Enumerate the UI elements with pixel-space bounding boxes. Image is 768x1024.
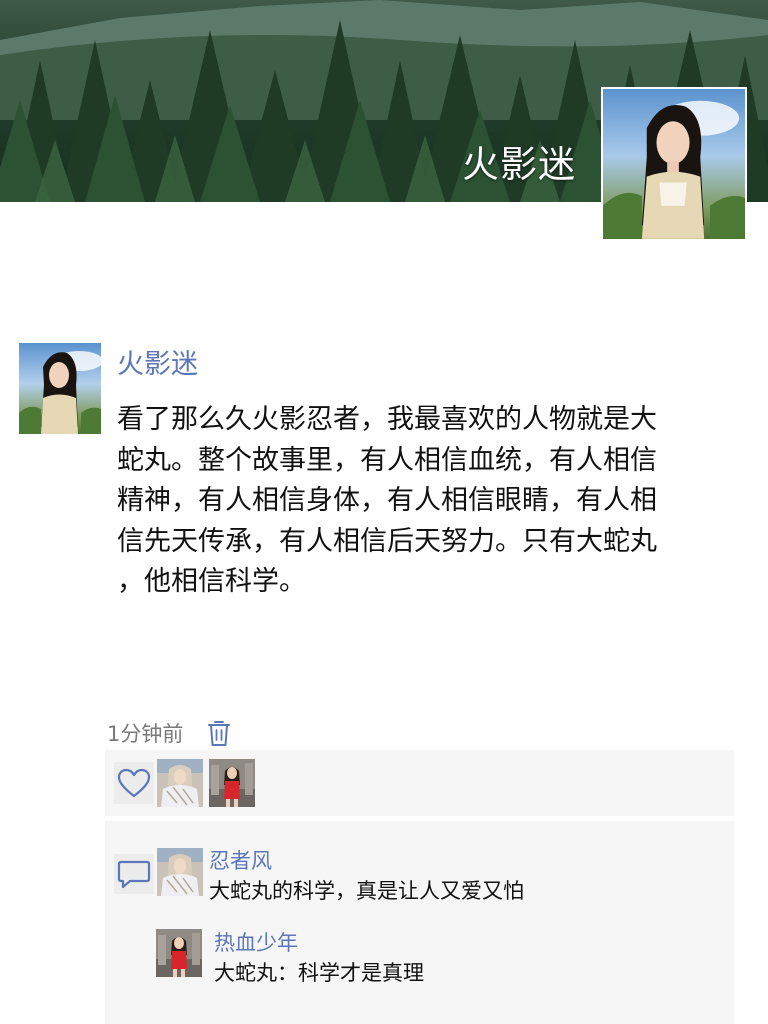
profile-avatar[interactable] [601, 87, 747, 241]
post-line: 信先天传承，有人相信后天努力。只有大蛇丸 [117, 525, 657, 557]
comment-text: 大蛇丸的科学，真是让人又爱又怕 [209, 879, 524, 903]
post-author-avatar-image [19, 351, 101, 434]
comment-bubble-icon[interactable] [114, 854, 154, 894]
moments-page: 火影迷 火影迷 看了那么久火影忍者，我最喜欢的人物就是大 蛇丸。整个故事里，有人… [0, 0, 768, 1024]
commenter-avatar[interactable] [156, 929, 202, 977]
post-line: ，他相信科学。 [117, 566, 306, 597]
post-content: 看了那么久火影忍者，我最喜欢的人物就是大 蛇丸。整个故事里，有人相信血统，有人相… [117, 400, 727, 603]
comment-author[interactable]: 热血少年 [214, 927, 298, 957]
comments-panel: 忍者风 大蛇丸的科学，真是让人又爱又怕 热血少年 大蛇丸：科学才是真理 [105, 821, 734, 1024]
post-timestamp: 1分钟前 [107, 722, 184, 746]
post-line: 看了那么久火影忍者，我最喜欢的人物就是大 [117, 404, 657, 435]
comment-text: 大蛇丸：科学才是真理 [214, 961, 424, 985]
liker-avatar[interactable] [209, 759, 255, 807]
post-meta: 1分钟前 [107, 716, 231, 750]
profile-avatar-image [603, 100, 745, 239]
post-line: 蛇丸。整个故事里，有人相信血统，有人相信 [117, 444, 657, 476]
post-author-avatar[interactable] [19, 343, 101, 434]
trash-icon[interactable] [207, 719, 231, 747]
post-line: 精神，有人相信身体，有人相信眼睛，有人相 [117, 485, 657, 516]
commenter-avatar[interactable] [157, 848, 203, 896]
heart-icon[interactable] [114, 762, 154, 804]
post-author-name[interactable]: 火影迷 [117, 342, 198, 381]
likes-panel [105, 750, 734, 816]
cover-username: 火影迷 [462, 143, 576, 186]
liker-avatar[interactable] [157, 759, 203, 807]
comment-author[interactable]: 忍者风 [209, 845, 272, 875]
